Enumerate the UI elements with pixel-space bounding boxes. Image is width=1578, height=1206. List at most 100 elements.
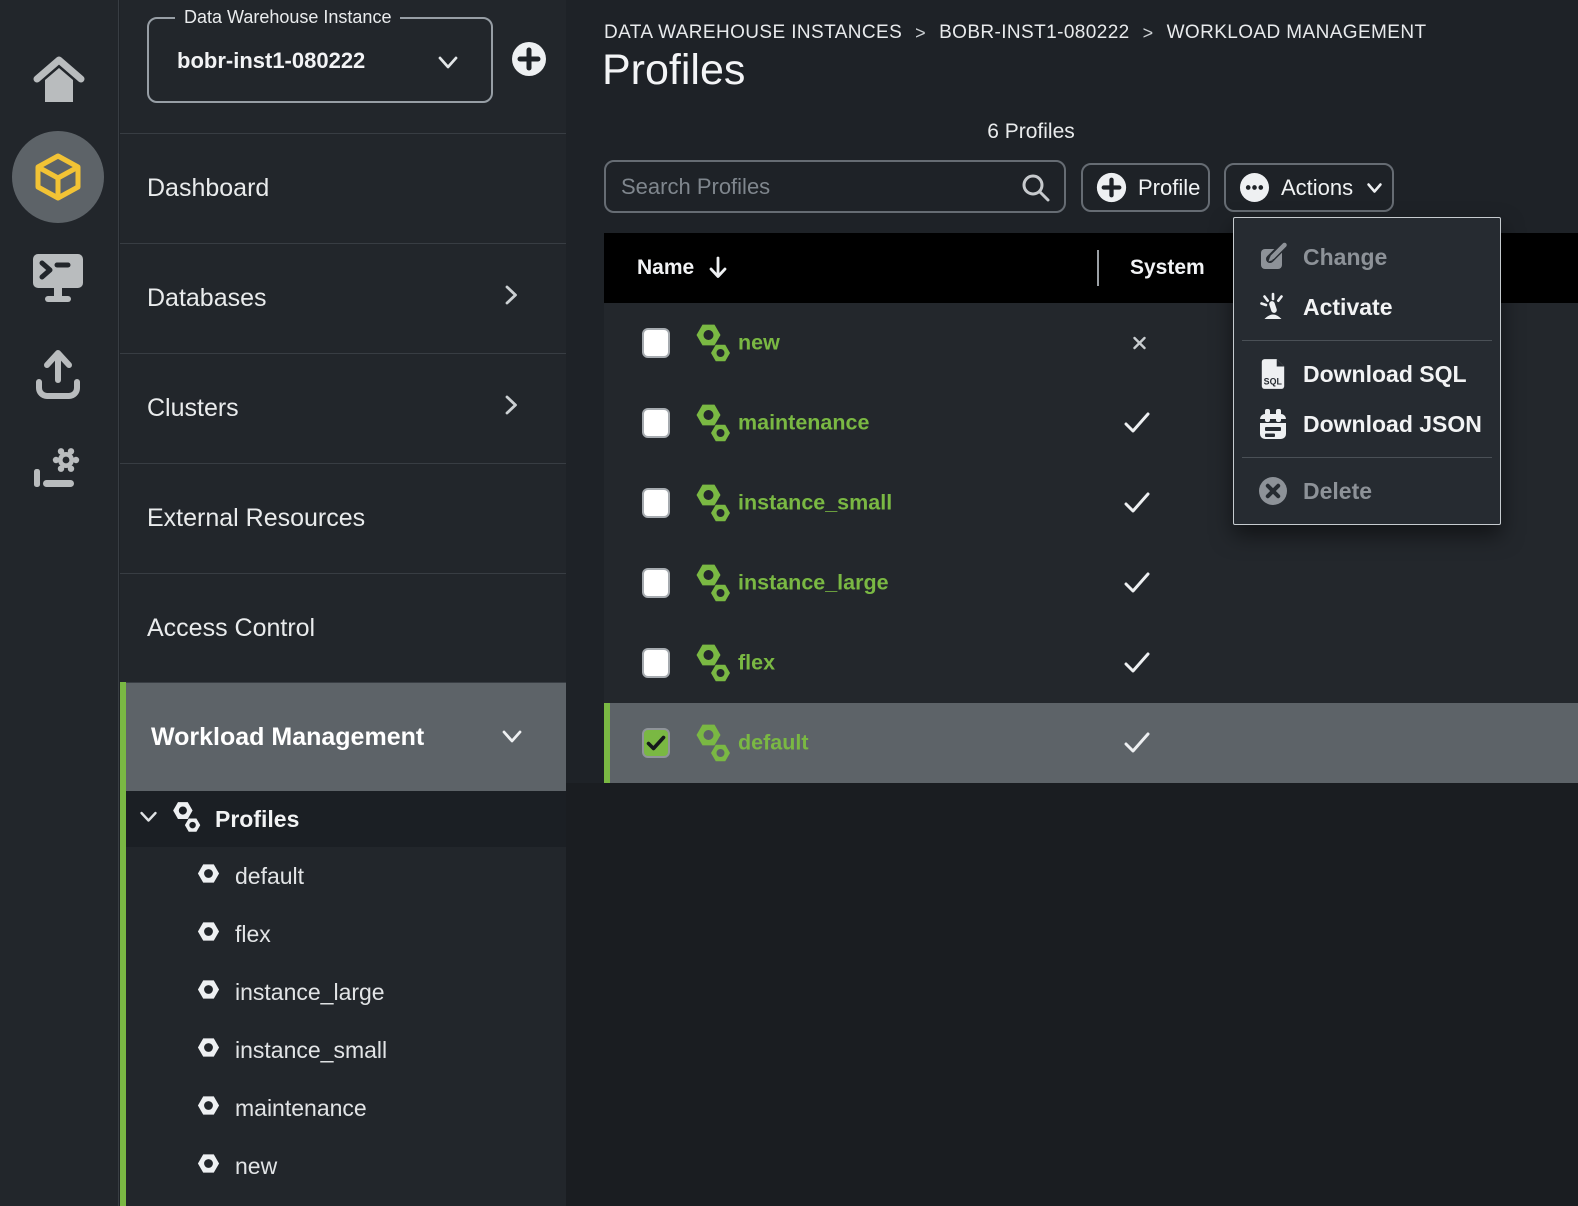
tree-item-label: maintenance [235, 1095, 367, 1122]
app-root: Data Warehouse Instance bobr-inst1-08022… [0, 0, 1578, 1206]
row-checkbox[interactable] [642, 648, 670, 678]
json-file-icon [1257, 408, 1289, 440]
add-instance-button[interactable] [511, 41, 547, 77]
add-profile-button[interactable]: Profile [1081, 163, 1210, 212]
menu-item-label: Download SQL [1303, 361, 1467, 388]
profile-hexagons-icon [694, 642, 732, 684]
menu-item-download-sql[interactable]: SQL Download SQL [1234, 349, 1500, 399]
sidebar-item-databases[interactable]: Databases [120, 243, 566, 353]
workload-management-section: Workload Management Profiles [120, 682, 566, 1206]
menu-divider [1242, 457, 1492, 458]
row-checkbox[interactable] [642, 328, 670, 358]
search-input[interactable] [606, 162, 1064, 211]
profile-hexagons-icon [694, 402, 732, 444]
menu-item-label: Activate [1303, 294, 1392, 321]
chevron-down-icon [139, 810, 158, 829]
breadcrumb-item[interactable]: DATA WAREHOUSE INSTANCES [604, 22, 902, 44]
profile-name[interactable]: instance_small [738, 491, 892, 516]
system-check-icon [1123, 651, 1151, 675]
services-gear-icon[interactable] [28, 443, 88, 497]
selected-section-accent-bar [120, 682, 126, 1206]
menu-item-activate[interactable]: Activate [1234, 282, 1500, 332]
tree-item-maintenance[interactable]: maintenance [120, 1079, 566, 1137]
hexagon-icon [196, 1151, 221, 1182]
profile-name[interactable]: instance_large [738, 571, 889, 596]
search-box [604, 160, 1066, 213]
sidebar-profiles-header[interactable]: Profiles [120, 791, 566, 847]
tree-item-label: instance_small [235, 1037, 387, 1064]
menu-divider [1242, 340, 1492, 341]
row-checkbox-checked[interactable] [642, 728, 670, 758]
sidebar-item-label: Dashboard [147, 174, 269, 203]
plus-circle-icon [511, 41, 547, 77]
breadcrumb-item[interactable]: BOBR-INST1-080222 [939, 22, 1130, 44]
system-check-icon [1123, 731, 1151, 755]
menu-item-label: Download JSON [1303, 411, 1482, 438]
sidebar-item-dashboard[interactable]: Dashboard [120, 133, 566, 243]
chevron-down-icon [501, 723, 523, 752]
sidebar-menu: Dashboard Databases Clusters External Re… [120, 133, 566, 683]
gear-hand-icon-glyph [28, 443, 88, 497]
row-checkbox[interactable] [642, 568, 670, 598]
tree-item-label: default [235, 863, 304, 890]
tree-item-instance-large[interactable]: instance_large [120, 963, 566, 1021]
menu-item-delete[interactable]: Delete [1234, 466, 1500, 516]
sidebar-item-clusters[interactable]: Clusters [120, 353, 566, 463]
chevron-down-icon [437, 55, 459, 76]
profile-name[interactable]: maintenance [738, 411, 869, 436]
checkbox-check-icon [646, 735, 666, 752]
actions-label: Actions [1281, 175, 1353, 201]
tree-item-default[interactable]: default [120, 847, 566, 905]
product-cube-icon[interactable] [12, 131, 104, 223]
profiles-hexagons-icon [171, 800, 202, 839]
actions-button[interactable]: Actions [1224, 163, 1394, 212]
tree-item-label: instance_large [235, 979, 385, 1006]
search-icon [1020, 172, 1052, 209]
sidebar-item-workload-management[interactable]: Workload Management [120, 682, 566, 791]
sidebar: Data Warehouse Instance bobr-inst1-08022… [120, 0, 566, 1206]
hexagon-icon [196, 861, 221, 892]
edit-icon [1257, 242, 1289, 272]
profile-name[interactable]: new [738, 331, 780, 356]
upload-icon[interactable] [31, 346, 85, 404]
menu-item-download-json[interactable]: Download JSON [1234, 399, 1500, 449]
sidebar-item-label: External Resources [147, 504, 365, 533]
breadcrumb-item[interactable]: WORKLOAD MANAGEMENT [1167, 22, 1427, 44]
content-background [566, 783, 1578, 1206]
profile-hexagons-icon [694, 722, 732, 764]
tree-item-instance-small[interactable]: instance_small [120, 1021, 566, 1079]
table-row[interactable]: flex [604, 623, 1578, 703]
chevron-right-icon [504, 393, 519, 424]
column-divider [1097, 250, 1099, 286]
sidebar-item-label: Workload Management [151, 723, 424, 752]
table-row-selected[interactable]: default [604, 703, 1578, 783]
chevron-down-icon [1366, 175, 1383, 201]
profiles-count: 6 Profiles [604, 120, 1458, 144]
plus-circle-icon [1096, 172, 1127, 203]
table-row[interactable]: instance_large [604, 543, 1578, 623]
sidebar-item-external-resources[interactable]: External Resources [120, 463, 566, 573]
breadcrumb: DATA WAREHOUSE INSTANCES > BOBR-INST1-08… [604, 22, 1426, 44]
cube-icon-glyph [32, 151, 84, 203]
menu-item-label: Delete [1303, 478, 1372, 505]
terminal-icon[interactable] [31, 250, 85, 302]
hexagon-icon [196, 1035, 221, 1066]
sort-desc-icon[interactable] [707, 255, 729, 281]
tree-item-flex[interactable]: flex [120, 905, 566, 963]
tree-item-new[interactable]: new [120, 1137, 566, 1195]
instance-selector[interactable]: Data Warehouse Instance bobr-inst1-08022… [147, 17, 493, 103]
home-icon[interactable] [29, 50, 89, 108]
row-checkbox[interactable] [642, 488, 670, 518]
main-content: DATA WAREHOUSE INSTANCES > BOBR-INST1-08… [566, 0, 1578, 1206]
column-header-system[interactable]: System [1130, 256, 1205, 280]
column-header-name[interactable]: Name [637, 256, 694, 280]
ellipsis-circle-icon [1239, 172, 1270, 203]
row-checkbox[interactable] [642, 408, 670, 438]
profile-name[interactable]: default [738, 731, 808, 756]
sidebar-item-access-control[interactable]: Access Control [120, 573, 566, 683]
tree-item-label: new [235, 1153, 277, 1180]
menu-item-change[interactable]: Change [1234, 232, 1500, 282]
add-profile-label: Profile [1138, 175, 1200, 201]
delete-circle-icon [1257, 476, 1289, 506]
profile-name[interactable]: flex [738, 651, 775, 676]
